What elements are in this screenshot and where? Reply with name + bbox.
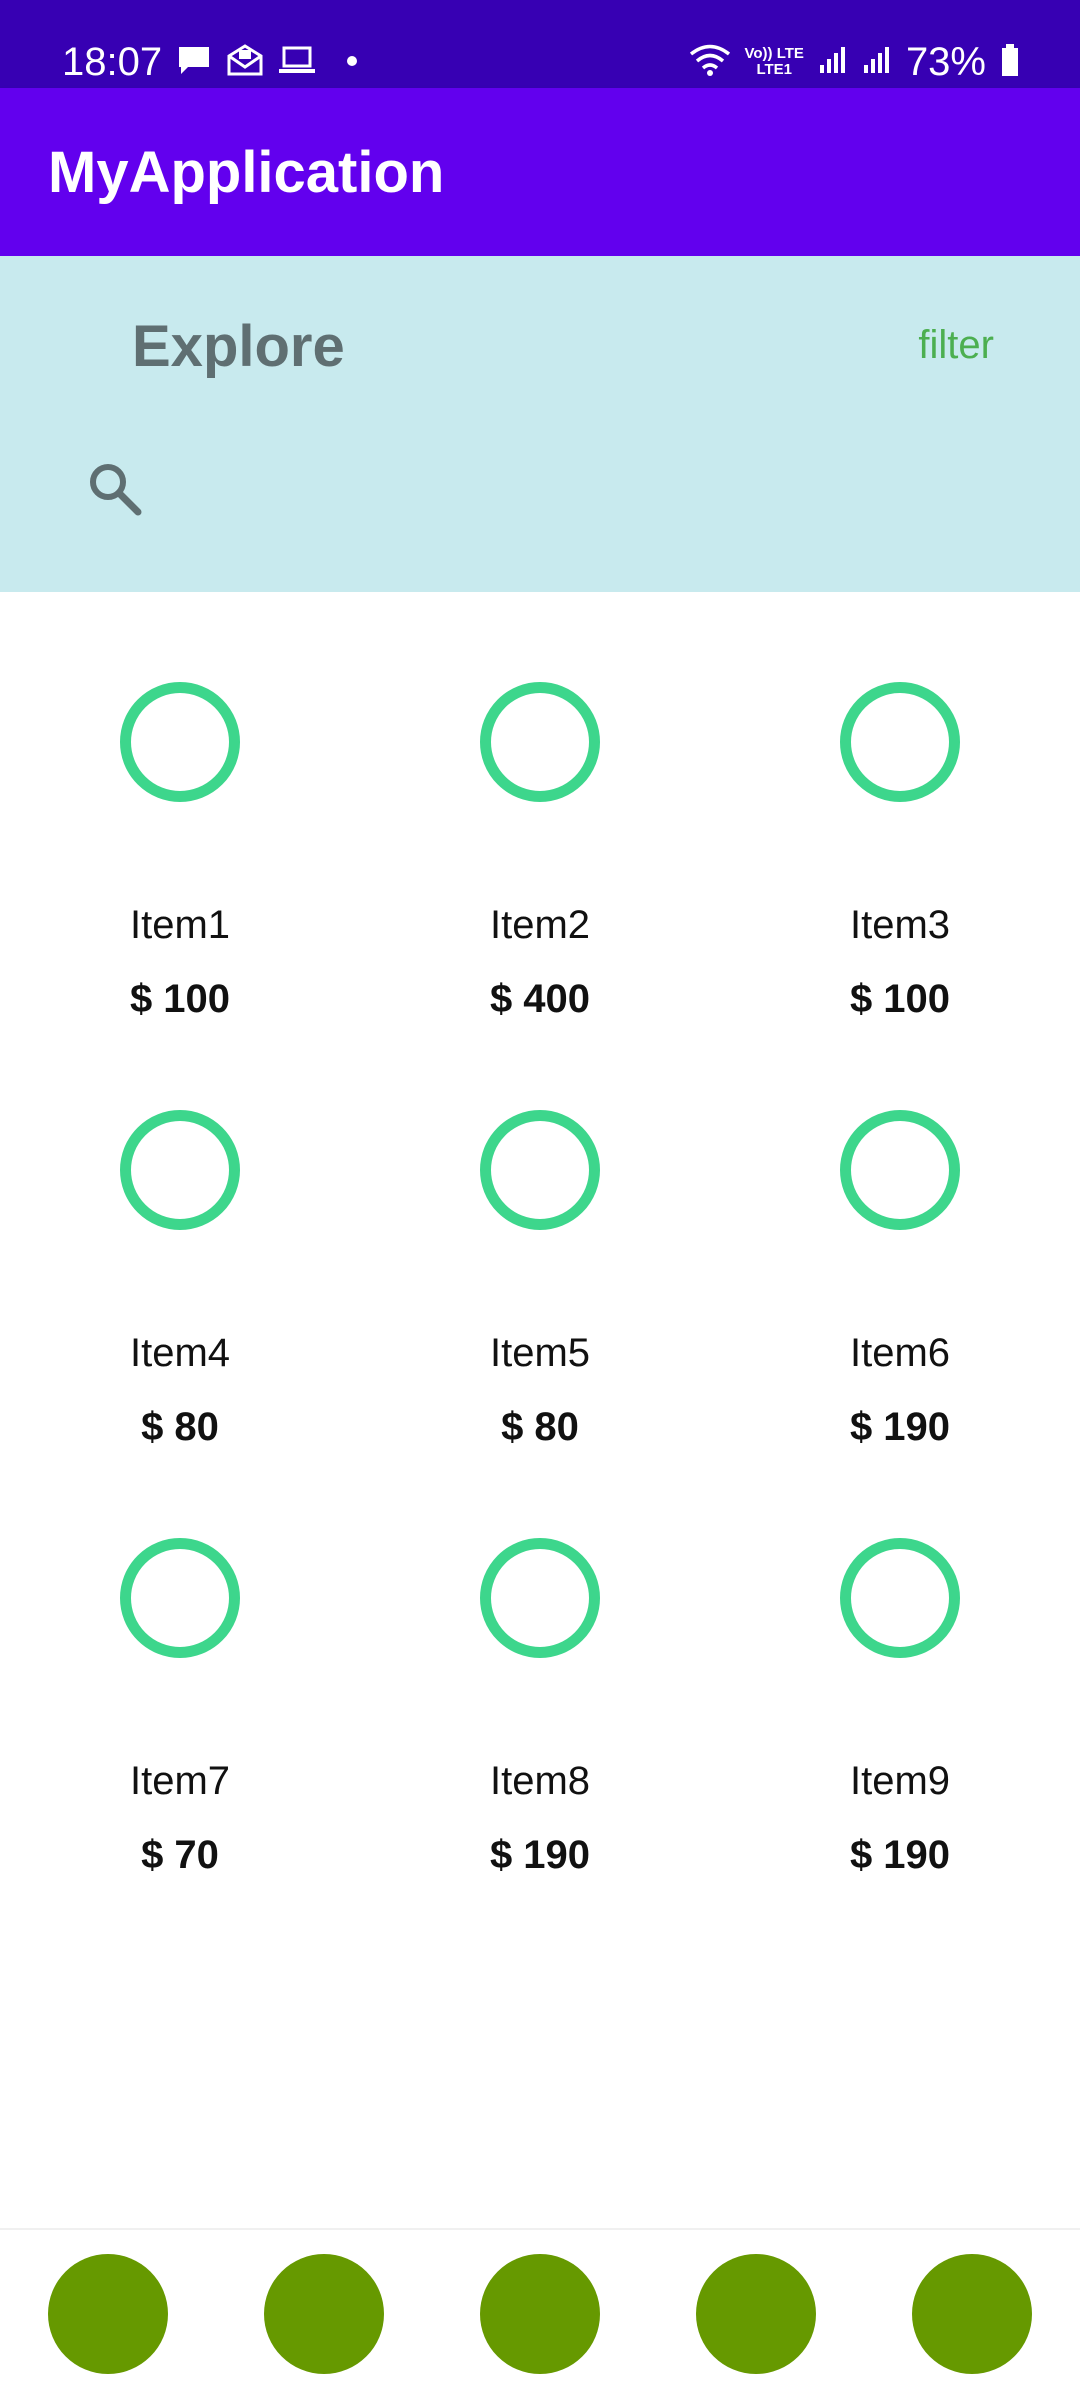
network-type: Vo)) LTE LTE1 (744, 45, 804, 78)
battery-icon (1000, 43, 1020, 82)
item-price: $ 100 (849, 977, 951, 1021)
item-price: $ 100 (129, 977, 231, 1021)
app-bar: MyApplication (0, 88, 1080, 256)
item-image-placeholder (840, 682, 960, 802)
grid-item[interactable]: Item9 $ 190 (720, 1448, 1080, 1877)
search-button[interactable] (84, 458, 148, 522)
item-image-placeholder (840, 1110, 960, 1230)
bottom-nav-button-4[interactable] (696, 2254, 816, 2374)
grid-item[interactable]: Item3 $ 100 (720, 592, 1080, 1021)
item-price: $ 190 (849, 1833, 951, 1877)
grid-item[interactable]: Item2 $ 400 (360, 592, 720, 1021)
item-name: Item1 (129, 903, 231, 947)
wifi-icon (689, 43, 731, 82)
grid-item[interactable]: Item8 $ 190 (360, 1448, 720, 1877)
grid-item[interactable]: Item4 $ 80 (0, 1020, 360, 1449)
item-image-placeholder (480, 682, 600, 802)
item-name: Item8 (489, 1759, 591, 1803)
item-price: $ 70 (141, 1833, 219, 1877)
item-price: $ 80 (141, 1405, 219, 1449)
item-image-placeholder (120, 1110, 240, 1230)
status-bar: 18:07 Vo)) LTE LTE1 73% (0, 0, 1080, 88)
explore-title: Explore (132, 314, 345, 379)
bottom-nav-button-2[interactable] (264, 2254, 384, 2374)
mail-icon (226, 44, 264, 81)
item-price: $ 80 (501, 1405, 579, 1449)
signal-icon (818, 45, 848, 80)
bottom-nav-button-1[interactable] (48, 2254, 168, 2374)
grid-item[interactable]: Item6 $ 190 (720, 1020, 1080, 1449)
notification-icons (176, 44, 358, 81)
grid-item[interactable]: Item5 $ 80 (360, 1020, 720, 1449)
status-time: 18:07 (62, 40, 163, 84)
item-price: $ 400 (489, 977, 591, 1021)
item-price: $ 190 (849, 1405, 951, 1449)
item-name: Item4 (129, 1331, 231, 1375)
item-name: Item3 (849, 903, 951, 947)
bottom-nav-button-3[interactable] (480, 2254, 600, 2374)
grid-item[interactable]: Item1 $ 100 (0, 592, 360, 1021)
item-image-placeholder (840, 1538, 960, 1658)
explore-header: Explore filter (0, 256, 1080, 592)
dot-icon (346, 54, 358, 72)
bottom-navigation (0, 2228, 1080, 2400)
item-name: Item2 (489, 903, 591, 947)
battery-percent: 73% (905, 40, 986, 84)
chat-icon (176, 44, 212, 81)
laptop-icon (278, 45, 316, 80)
item-image-placeholder (480, 1110, 600, 1230)
item-name: Item6 (849, 1331, 951, 1375)
signal-icon (862, 45, 892, 80)
item-price: $ 190 (489, 1833, 591, 1877)
grid-item[interactable]: Item7 $ 70 (0, 1448, 360, 1877)
item-name: Item7 (129, 1759, 231, 1803)
item-image-placeholder (120, 1538, 240, 1658)
item-name: Item5 (489, 1331, 591, 1375)
item-image-placeholder (480, 1538, 600, 1658)
app-title: MyApplication (48, 140, 445, 205)
item-name: Item9 (849, 1759, 951, 1803)
bottom-nav-button-5[interactable] (912, 2254, 1032, 2374)
item-image-placeholder (120, 682, 240, 802)
filter-button[interactable]: filter (918, 320, 994, 370)
search-icon (84, 464, 148, 526)
system-icons: Vo)) LTE LTE1 73% (689, 38, 1021, 86)
